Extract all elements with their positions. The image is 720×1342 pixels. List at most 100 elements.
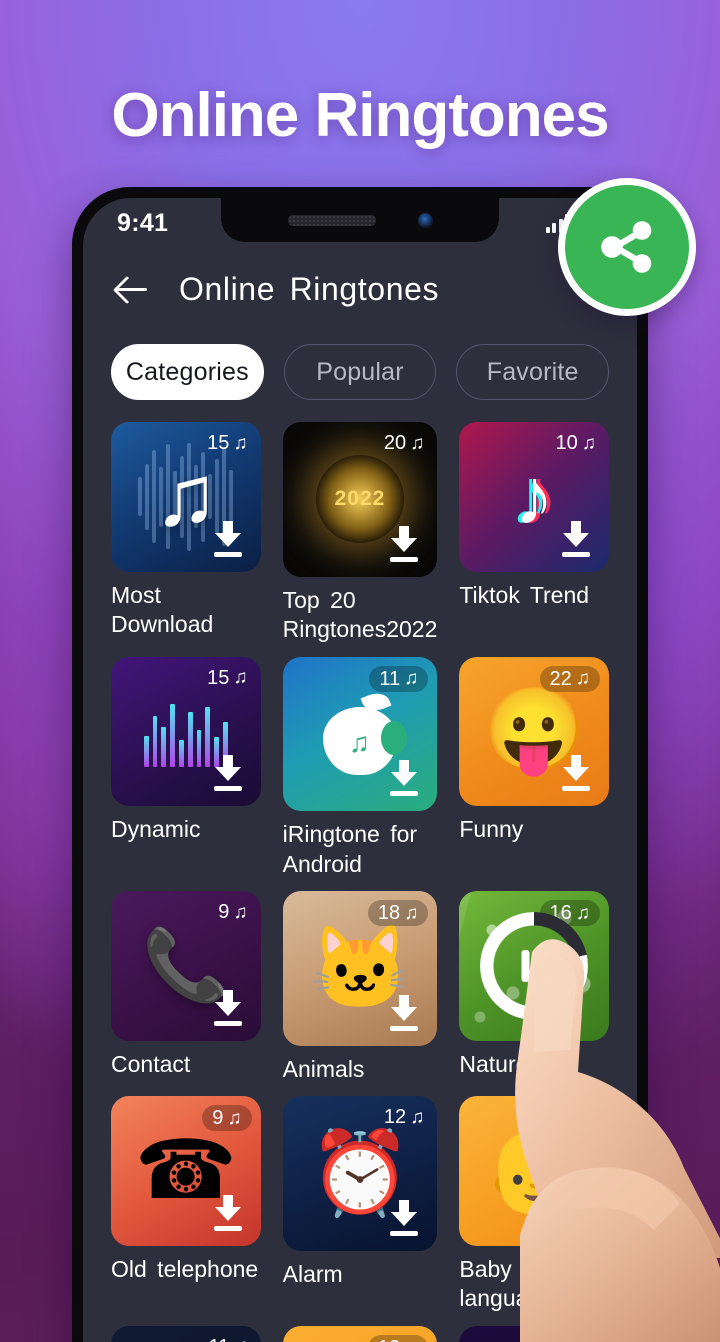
music-note-icon: ♫ — [582, 1337, 596, 1342]
category-tile-contact[interactable]: 📞 9 ♫ — [111, 891, 261, 1041]
category-label: Dynamic — [111, 816, 201, 843]
tile-count-badge: 18 ♫ — [367, 900, 429, 927]
grid-item[interactable]: 9 ♫ — [459, 1325, 609, 1342]
tile-count-badge: 11 ♫ — [369, 665, 429, 692]
tile-count-badge: 15 ♫ — [203, 666, 252, 690]
music-note-icon: ♫ — [404, 668, 419, 690]
category-label: Tiktok Trend — [459, 581, 590, 608]
grid-item[interactable]: 12 ♫ — [282, 1325, 438, 1342]
phone-mockup: 9:41 Online Ringtones Categories Popular… — [72, 187, 648, 1342]
category-tile-alarm[interactable]: ⏰ 12 ♫ — [282, 1096, 438, 1252]
category-label: Animals — [282, 1055, 365, 1082]
music-note-icon: ♫ — [227, 1107, 242, 1129]
category-tile-most-download[interactable]: ♫ 15 ♫ — [111, 422, 261, 572]
tile-count-badge: 10 ♫ — [539, 1105, 600, 1132]
download-icon[interactable] — [211, 520, 245, 557]
category-tile-old-telephone[interactable]: ☎ 9 ♫ — [111, 1096, 261, 1247]
download-icon[interactable] — [387, 525, 421, 562]
download-icon[interactable] — [211, 989, 245, 1026]
tab-categories[interactable]: Categories — [111, 344, 264, 400]
category-label: Contact — [111, 1050, 191, 1077]
category-label: Nature — [459, 1050, 529, 1077]
category-tile-funny[interactable]: 😛 22 ♫ — [459, 656, 609, 807]
tab-bar: Categories Popular Favorite — [83, 330, 637, 422]
back-arrow-icon[interactable] — [113, 269, 153, 309]
grid-item[interactable]: 2022 20 ♫ Top 20 Ringtones2022 — [282, 422, 438, 657]
download-icon[interactable] — [211, 755, 245, 792]
page-title: Online Ringtones — [111, 81, 609, 150]
category-tile-tiktok-trend[interactable]: ♪ 10 ♫ — [459, 422, 609, 572]
tab-popular[interactable]: Popular — [283, 344, 437, 400]
category-tile-dynamic[interactable]: 15 ♫ — [111, 656, 261, 807]
pause-icon[interactable] — [480, 912, 589, 1021]
tab-favorite[interactable]: Favorite — [456, 344, 610, 400]
download-icon[interactable] — [559, 755, 593, 792]
music-note-icon: ♫ — [581, 432, 596, 454]
tile-count: 15 — [207, 666, 230, 689]
tile-count-badge: 9 ♫ — [202, 1105, 252, 1132]
category-tile-row5-3[interactable]: 9 ♫ — [459, 1325, 609, 1342]
category-tile-baby-language[interactable]: 👶 10 ♫ — [459, 1096, 609, 1247]
category-tile-animals[interactable]: 🐱 18 ♫ — [282, 891, 438, 1046]
tile-count: 11 — [379, 667, 401, 690]
category-tile-row5-2[interactable]: 12 ♫ — [282, 1325, 438, 1342]
category-label: Baby language — [459, 1256, 555, 1312]
grid-item[interactable]: 15 ♫ Dynamic — [111, 656, 261, 892]
app-header-title: Online Ringtones — [179, 270, 440, 307]
category-label: Most Download — [111, 581, 214, 638]
music-note-icon: ♫ — [410, 432, 425, 454]
status-bar: 9:41 — [83, 198, 637, 248]
category-tile-top-20[interactable]: 2022 20 ♫ — [282, 422, 438, 577]
music-note-icon: ♫ — [233, 667, 248, 689]
music-note-icon: ♫ — [233, 901, 248, 923]
grid-item[interactable]: 11 ♫ — [111, 1325, 261, 1342]
tile-count-badge: 11 ♫ — [205, 1335, 252, 1342]
tile-count: 9 — [218, 901, 230, 924]
grid-item[interactable]: 📞 9 ♫ Contact — [111, 891, 261, 1096]
download-icon[interactable] — [387, 760, 421, 797]
music-note-icon: ♫ — [233, 432, 248, 454]
grid-item[interactable]: ♪ 10 ♫ Tiktok Trend — [459, 422, 609, 657]
grid-item[interactable]: 👶 10 ♫ Baby language — [459, 1096, 609, 1326]
music-note-icon: ♫ — [404, 1338, 418, 1342]
download-icon[interactable] — [559, 520, 593, 557]
tile-count: 11 — [209, 1337, 230, 1342]
music-note-icon: ♫ — [575, 1107, 590, 1129]
tile-count: 22 — [549, 667, 572, 690]
tile-count: 15 — [207, 432, 230, 454]
tile-count-badge: 10 ♫ — [552, 431, 601, 455]
download-icon[interactable] — [211, 1195, 245, 1232]
tile-count: 10 — [555, 432, 578, 454]
share-button[interactable] — [558, 178, 696, 316]
category-grid: ♫ 15 ♫ Most Download 2022 20 ♫ Top 20 Ri… — [83, 422, 637, 1342]
category-tile-nature[interactable]: 16 ♫ — [459, 891, 609, 1041]
tile-count: 12 — [378, 1338, 400, 1342]
grid-item[interactable]: ☎ 9 ♫ Old telephone — [111, 1096, 261, 1326]
music-note-icon: ♫ — [575, 668, 590, 690]
category-label: Alarm — [282, 1261, 343, 1288]
grid-item[interactable]: 😛 22 ♫ Funny — [459, 656, 609, 892]
category-tile-iringtone-android[interactable]: ♫ 11 ♫ — [282, 656, 438, 812]
grid-item[interactable]: ♫ 15 ♫ Most Download — [111, 422, 261, 657]
music-note-icon: ♫ — [404, 902, 419, 924]
grid-item[interactable]: 🐱 18 ♫ Animals — [282, 891, 438, 1096]
download-icon[interactable] — [387, 994, 421, 1031]
category-tile-row5-1[interactable]: 11 ♫ — [111, 1325, 261, 1342]
tile-count: 9 — [212, 1107, 224, 1130]
grid-item[interactable]: 16 ♫ Nature — [459, 891, 609, 1096]
download-icon[interactable] — [387, 1200, 421, 1237]
share-icon — [601, 221, 652, 273]
tile-count-badge: 22 ♫ — [539, 665, 600, 692]
status-bar-clock: 9:41 — [117, 208, 169, 237]
category-label: iRingtone for Android — [282, 821, 418, 877]
grid-item[interactable]: ♫ 11 ♫ iRingtone for Android — [282, 656, 438, 892]
tile-count: 10 — [549, 1107, 572, 1130]
download-icon[interactable] — [559, 1195, 593, 1232]
category-label: Top 20 Ringtones2022 — [282, 586, 438, 643]
app-header: Online Ringtones — [83, 248, 637, 330]
tile-count-badge: 15 ♫ — [203, 431, 252, 455]
phone-screen: 9:41 Online Ringtones Categories Popular… — [83, 198, 637, 1342]
tile-count: 18 — [377, 902, 401, 925]
grid-item[interactable]: ⏰ 12 ♫ Alarm — [282, 1096, 438, 1326]
music-note-icon: ♫ — [410, 1106, 425, 1128]
